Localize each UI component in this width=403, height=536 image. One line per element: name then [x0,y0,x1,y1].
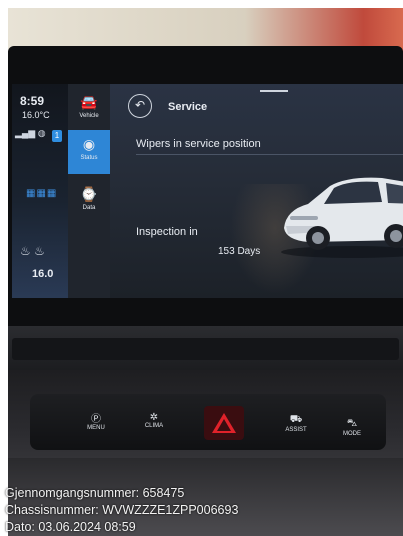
page-title: Service [168,101,208,113]
fan-icon: ✲ [149,412,159,423]
nav-label-vehicle: Vehicle [79,113,99,119]
inspection-label: Inspection in [136,226,198,238]
dashboard-photo: 8:59 16.0°C ▂▄▆ ◍ 1 ▦▦▦ ♨ ♨ 16.0 🚘 Vehic… [8,8,403,536]
hazard-button[interactable] [204,406,244,440]
assist-icon: ⛟ [289,414,303,425]
seat-temperature: 16.0 [32,268,54,280]
clima-button[interactable]: ✲ CLIMA [136,412,172,429]
outside-temperature: 16.0°C [22,110,50,120]
car-icon: 🚘 [80,94,98,110]
caption-line-chassis-number: Chassisnummer: WVWZZZE1ZPP006693 [5,503,239,517]
clock: 8:59 [20,94,45,108]
service-page: ↶ Service Wipers in service position Ins… [110,84,403,298]
infotainment-screen: 8:59 16.0°C ▂▄▆ ◍ 1 ▦▦▦ ♨ ♨ 16.0 🚘 Vehic… [12,84,403,298]
nav-item-status[interactable]: ◉ Status [68,130,110,174]
wipers-service-item[interactable]: Wipers in service position [136,138,261,150]
mode-button[interactable]: ⛍ MODE [334,418,370,437]
menu-button[interactable]: Ⓟ MENU [78,410,114,431]
temperature-slider-bar[interactable] [12,338,399,360]
notification-badge[interactable]: 1 [52,130,62,142]
nav-item-data[interactable]: ⌚ Data [68,180,110,224]
assist-button[interactable]: ⛟ ASSIST [278,414,314,433]
drag-handle[interactable] [260,90,288,92]
signal-icon: ▂▄▆ ◍ [15,128,46,138]
back-button[interactable]: ↶ [128,94,152,118]
parking-icon: Ⓟ [91,414,101,425]
clima-label: CLIMA [144,423,164,429]
back-arrow-icon: ↶ [134,98,146,112]
mode-icon: ⛍ [346,418,358,429]
caption-line-date: Dato: 03.06.2024 08:59 [5,520,136,534]
hazard-icon [212,413,236,433]
mode-label: MODE [343,431,361,437]
car-image [281,177,403,258]
data-icon: ⌚ [80,186,98,202]
status-sidebar: 8:59 16.0°C ▂▄▆ ◍ 1 ▦▦▦ ♨ ♨ 16.0 [12,84,68,298]
nav-label-status: Status [80,155,98,161]
nav-column: 🚘 Vehicle ◉ Status ⌚ Data [68,84,110,298]
menu-label: MENU [87,425,105,431]
assist-label: ASSIST [285,427,307,433]
status-icon: ◉ [82,136,96,152]
rear-defrost-icon[interactable]: ▦▦▦ [26,188,57,199]
nav-label-data: Data [82,205,96,211]
divider [136,154,403,155]
seat-heating-icon[interactable]: ♨ ♨ [20,244,45,258]
caption-line-inspection-number: Gjennomgangsnummer: 658475 [5,486,185,500]
nav-item-vehicle[interactable]: 🚘 Vehicle [68,88,110,132]
inspection-days: 153 Days [218,246,261,257]
